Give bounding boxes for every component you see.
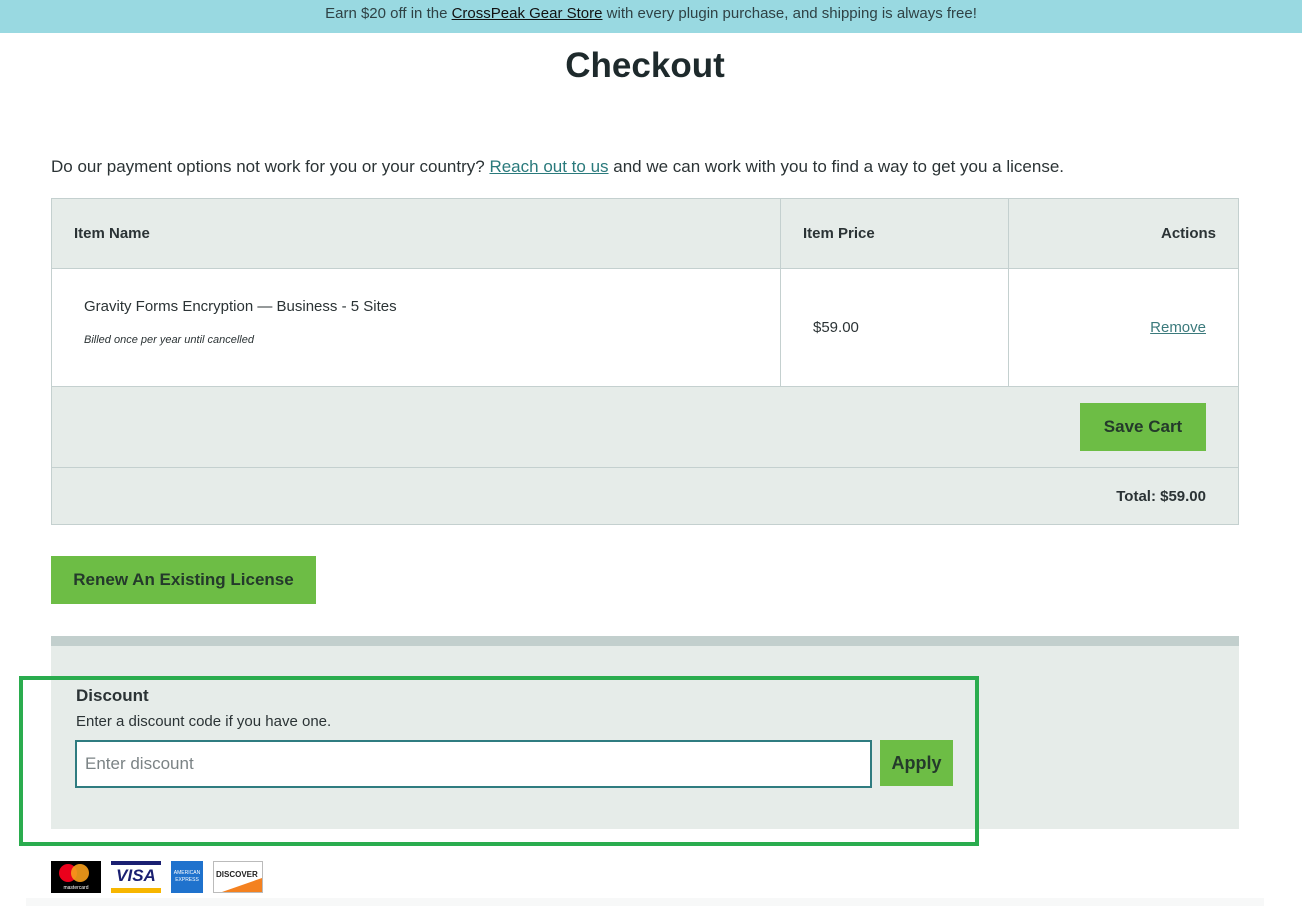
mastercard-icon: mastercard bbox=[51, 861, 101, 893]
footer-strip bbox=[26, 898, 1264, 906]
mastercard-label: mastercard bbox=[63, 885, 89, 891]
discover-icon: DISCOVER bbox=[213, 861, 263, 893]
remove-item-link[interactable]: Remove bbox=[1150, 319, 1206, 336]
amex-label: AMERICAN EXPRESS bbox=[173, 870, 201, 883]
reach-out-link[interactable]: Reach out to us bbox=[489, 157, 608, 176]
cart-total: Total: $59.00 bbox=[1116, 487, 1206, 505]
item-name: Gravity Forms Encryption — Business - 5 … bbox=[84, 298, 397, 315]
column-header-actions: Actions bbox=[1160, 225, 1216, 242]
cart-table: Item Name Item Price Actions Gravity For… bbox=[51, 198, 1239, 525]
save-cart-button[interactable]: Save Cart bbox=[1080, 403, 1206, 451]
payment-cards: mastercard VISA AMERICAN EXPRESS DISCOVE… bbox=[51, 861, 263, 893]
cart-item-row: Gravity Forms Encryption — Business - 5 … bbox=[52, 269, 1238, 387]
intro-text-before: Do our payment options not work for you … bbox=[51, 157, 490, 176]
american-express-icon: AMERICAN EXPRESS bbox=[171, 861, 203, 893]
item-price: $59.00 bbox=[781, 269, 1009, 386]
visa-icon: VISA bbox=[111, 861, 161, 893]
discount-help-text: Enter a discount code if you have one. bbox=[76, 713, 332, 730]
discover-label: DISCOVER bbox=[216, 870, 258, 879]
renew-license-button[interactable]: Renew An Existing License bbox=[51, 556, 316, 604]
page-title: Checkout bbox=[565, 46, 725, 85]
cart-total-row: Total: $59.00 bbox=[52, 468, 1238, 524]
discount-label: Discount bbox=[76, 686, 149, 705]
cart-save-row: Save Cart bbox=[52, 387, 1238, 468]
payment-help-text: Do our payment options not work for you … bbox=[51, 157, 1064, 177]
column-header-item-name: Item Name bbox=[52, 199, 781, 268]
item-billing-note: Billed once per year until cancelled bbox=[84, 334, 254, 346]
column-header-item-price: Item Price bbox=[781, 199, 1009, 268]
apply-discount-button[interactable]: Apply bbox=[880, 740, 953, 786]
gear-store-link[interactable]: CrossPeak Gear Store bbox=[452, 5, 603, 22]
promo-text-after: with every plugin purchase, and shipping… bbox=[602, 5, 977, 22]
item-actions-cell: Remove bbox=[1009, 269, 1238, 386]
cart-header-row: Item Name Item Price Actions bbox=[52, 199, 1238, 269]
promo-banner: Earn $20 off in the CrossPeak Gear Store… bbox=[0, 0, 1302, 33]
discount-code-input[interactable] bbox=[75, 740, 872, 788]
item-name-cell: Gravity Forms Encryption — Business - 5 … bbox=[52, 269, 781, 386]
visa-label: VISA bbox=[116, 866, 156, 885]
discount-panel bbox=[51, 636, 1239, 829]
intro-text-after: and we can work with you to find a way t… bbox=[608, 157, 1065, 176]
promo-text-before: Earn $20 off in the bbox=[325, 5, 452, 22]
